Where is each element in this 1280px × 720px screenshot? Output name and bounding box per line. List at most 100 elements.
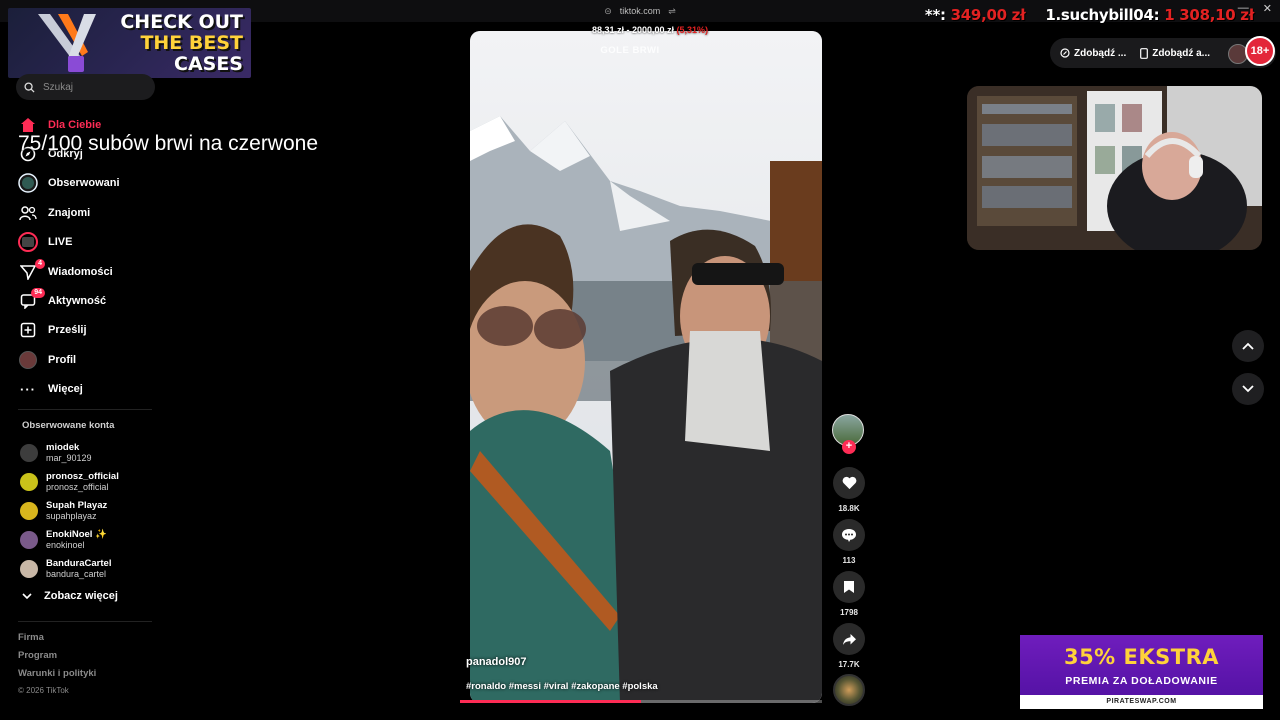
site-info-icon[interactable]: ⊝ xyxy=(604,6,612,17)
tune-icon[interactable]: ⇌ xyxy=(668,6,676,17)
search-box[interactable] xyxy=(16,74,155,100)
bookmark-icon[interactable] xyxy=(833,571,865,603)
video-player[interactable] xyxy=(470,31,822,703)
followed-accounts-title: Obserwowane konta xyxy=(22,420,115,431)
followed-account[interactable]: BanduraCartel bandura_cartel xyxy=(20,555,170,584)
account-username: enokinoel xyxy=(46,540,85,551)
sidebar-item-live[interactable]: LIVE xyxy=(18,228,168,257)
messages-badge: 4 xyxy=(35,258,45,269)
close-icon[interactable]: ✕ xyxy=(1263,2,1272,15)
streamer-webcam xyxy=(967,86,1262,250)
previous-video-button[interactable] xyxy=(1232,330,1264,362)
video-actions: + 18.8K 113 1798 17.7K xyxy=(832,414,866,706)
avatar xyxy=(20,531,38,550)
donation-left: **: 349,00 zł xyxy=(925,6,1026,24)
sidebar-item-label: Wiadomości xyxy=(48,265,113,278)
sidebar-item-label: Prześlij xyxy=(48,324,87,337)
save-count: 1798 xyxy=(840,608,858,617)
get-coins-label: Zdobądź ... xyxy=(1074,47,1127,59)
followed-account[interactable]: Supah Playaz supahplayaz xyxy=(20,496,170,525)
avatar xyxy=(20,560,38,579)
account-name: EnokiNoel ✨ xyxy=(46,529,107,541)
profile-icon xyxy=(18,350,38,370)
sidebar-item-friends[interactable]: Znajomi xyxy=(18,198,168,227)
followed-account[interactable]: pronosz_official pronosz_official xyxy=(20,467,170,496)
video-hashtags[interactable]: #ronaldo #messi #viral #zakopane #polska xyxy=(466,681,658,692)
sidebar-item-label: LIVE xyxy=(48,236,73,249)
followed-account[interactable]: EnokiNoel ✨ enokinoel xyxy=(20,526,170,555)
chevron-down-icon xyxy=(1242,385,1254,393)
sidebar-item-following[interactable]: Obserwowani xyxy=(18,169,168,198)
sidebar-item-messages[interactable]: 4 Wiadomości xyxy=(18,257,168,286)
account-name: miodek xyxy=(46,441,80,453)
comment-action[interactable]: 113 xyxy=(833,519,865,565)
sidebar-divider xyxy=(18,621,152,622)
search-input[interactable] xyxy=(43,81,133,93)
coin-icon xyxy=(1060,48,1070,58)
creator-avatar[interactable]: + xyxy=(832,414,864,454)
footer-link-company[interactable]: Firma xyxy=(18,632,96,650)
activity-badge: 94 xyxy=(31,288,45,299)
case-promo-banner: CHECK OUT THE BEST CASES xyxy=(8,8,251,78)
sidebar-item-more[interactable]: ··· Więcej xyxy=(18,375,168,404)
phone-icon xyxy=(1140,47,1149,59)
more-icon: ··· xyxy=(20,381,36,397)
followed-account[interactable]: miodek mar_90129 xyxy=(20,438,170,467)
share-action[interactable]: 17.7K xyxy=(833,623,865,669)
account-username: mar_90129 xyxy=(46,452,92,463)
sidebar-item-label: Obserwowani xyxy=(48,177,120,190)
goal-percent: (5,31%) xyxy=(676,25,709,35)
followed-accounts-list: miodek mar_90129 pronosz_official pronosz_… xyxy=(20,438,170,584)
donation-ticker: **: 349,00 zł 1.suchybill04: 1 308,10 zł xyxy=(925,6,1254,24)
promo-line-2: THE BEST xyxy=(140,32,243,54)
donation-amount-left: 349,00 zł xyxy=(950,6,1026,24)
footer-link-program[interactable]: Program xyxy=(18,650,96,668)
share-icon[interactable] xyxy=(833,623,865,655)
goal-current: 88,31 zł xyxy=(591,25,624,35)
video-author[interactable]: panadol907 xyxy=(466,656,527,668)
account-username: pronosz_official xyxy=(46,481,109,492)
sidebar-item-activity[interactable]: 94 Aktywność xyxy=(18,286,168,315)
save-action[interactable]: 1798 xyxy=(833,571,865,617)
comment-count: 113 xyxy=(842,556,856,565)
footer-link-terms[interactable]: Warunki i polityki xyxy=(18,668,96,686)
sidebar-item-label: Znajomi xyxy=(48,206,91,219)
see-more-button[interactable]: Zobacz więcej xyxy=(22,590,118,602)
promo-line-1: CHECK OUT xyxy=(120,11,243,33)
video-progress-bar[interactable] xyxy=(460,700,822,703)
chevron-down-icon xyxy=(22,592,32,599)
activity-icon: 94 xyxy=(18,288,45,311)
ad-subtitle: PREMIA ZA DOŁADOWANIE xyxy=(1065,675,1218,687)
chevron-up-icon xyxy=(1242,342,1254,350)
promo-line-3: CASES xyxy=(174,53,243,75)
account-name: pronosz_official xyxy=(46,470,119,482)
search-icon xyxy=(24,81,35,93)
account-name: Supah Playaz xyxy=(46,499,108,511)
get-app-button[interactable]: Zdobądź a... xyxy=(1140,48,1210,59)
account-name: BanduraCartel xyxy=(46,558,112,570)
sidebar-item-label: Profil xyxy=(48,353,77,366)
get-coins-button[interactable]: Zdobądź ... xyxy=(1060,48,1126,59)
sidebar-item-label: Więcej xyxy=(48,383,83,396)
follow-plus-icon[interactable]: + xyxy=(842,440,856,454)
upload-icon xyxy=(18,320,38,340)
age-restriction-badge: 18+ xyxy=(1245,36,1275,66)
music-disc-icon[interactable] xyxy=(833,674,865,706)
account-username: supahplayaz xyxy=(46,510,97,521)
avatar xyxy=(20,501,38,520)
sidebar-item-profile[interactable]: Profil xyxy=(18,345,168,374)
following-avatar-icon xyxy=(18,173,38,194)
heart-icon[interactable] xyxy=(833,467,865,499)
donation-user-right: 1.suchybill04: xyxy=(1045,6,1160,24)
next-video-button[interactable] xyxy=(1232,373,1264,405)
sidebar-footer: Firma Program Warunki i polityki © 2026 … xyxy=(18,632,96,704)
address-bar[interactable]: ⊝ tiktok.com ⇌ xyxy=(560,3,720,19)
promo-text: CHECK OUT THE BEST CASES xyxy=(113,12,243,75)
sidebar-item-upload[interactable]: Prześlij xyxy=(18,316,168,345)
sidebar-item-label: Dla Ciebie xyxy=(48,118,102,131)
sidebar-item-label: Aktywność xyxy=(48,295,107,308)
like-action[interactable]: 18.8K xyxy=(833,467,865,513)
get-app-label: Zdobądź a... xyxy=(1152,47,1210,59)
video-progress-fill xyxy=(460,700,641,703)
comment-icon[interactable] xyxy=(833,519,865,551)
